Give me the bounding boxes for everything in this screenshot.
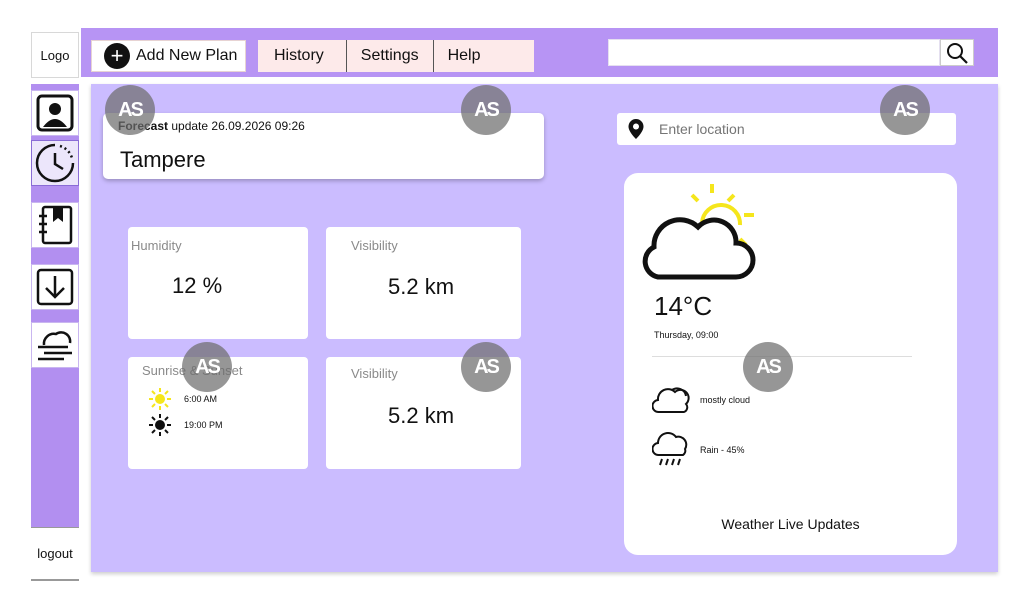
nav-menu: History Settings Help bbox=[258, 40, 534, 72]
logout-label: logout bbox=[37, 546, 73, 561]
nav-history[interactable]: History bbox=[258, 40, 346, 72]
search-icon bbox=[947, 42, 968, 64]
watermark-logo: AS bbox=[105, 85, 155, 135]
notebook-bookmark-icon bbox=[39, 205, 73, 245]
sidebar-item-history[interactable] bbox=[31, 140, 79, 186]
watermark-logo: AS bbox=[182, 342, 232, 392]
sidebar-item-plans[interactable] bbox=[31, 202, 79, 248]
sunrise-icon bbox=[149, 388, 171, 410]
sidebar-item-profile[interactable] bbox=[31, 90, 79, 136]
visibility-value: 5.2 km bbox=[388, 274, 455, 299]
cloud-icon bbox=[652, 387, 690, 413]
sunrise-time: 6:00 AM bbox=[184, 394, 218, 404]
sidebar-item-download[interactable] bbox=[31, 264, 79, 310]
sunset-time: 19:00 PM bbox=[184, 420, 223, 430]
city-name: Tampere bbox=[120, 147, 206, 172]
logo-text: Logo bbox=[40, 47, 70, 63]
humidity-card: Humidity 12 % bbox=[128, 227, 308, 339]
day-time: Thursday, 09:00 bbox=[654, 330, 719, 340]
watermark-logo: AS bbox=[461, 342, 511, 392]
humidity-value: 12 % bbox=[172, 273, 223, 298]
nav-help[interactable]: Help bbox=[432, 40, 495, 72]
watermark-logo: AS bbox=[461, 85, 511, 135]
nav-settings[interactable]: Settings bbox=[345, 40, 433, 72]
rain-text: Rain - 45% bbox=[700, 445, 745, 455]
sunset-icon bbox=[149, 414, 171, 436]
logout-button[interactable]: logout bbox=[31, 527, 79, 581]
rain-row: Rain - 45% bbox=[652, 431, 745, 469]
visibility-value-2: 5.2 km bbox=[388, 403, 455, 428]
live-updates-label: Weather Live Updates bbox=[721, 516, 860, 532]
logo[interactable]: Logo bbox=[31, 32, 79, 78]
location-pin-icon bbox=[628, 119, 644, 139]
condition-row: mostly cloud bbox=[652, 384, 750, 416]
sunset-row: 19:00 PM bbox=[148, 413, 223, 437]
visibility-label-2: Visibility bbox=[351, 366, 398, 381]
partly-cloudy-icon bbox=[642, 184, 756, 280]
location-input[interactable] bbox=[657, 120, 917, 138]
download-icon bbox=[36, 268, 74, 306]
add-plan-label: Add New Plan bbox=[136, 47, 238, 64]
clock-icon bbox=[35, 143, 75, 183]
search-button[interactable] bbox=[940, 39, 974, 66]
humidity-label: Humidity bbox=[131, 238, 182, 253]
watermark-logo: AS bbox=[743, 342, 793, 392]
forecast-timestamp: update 26.09.2026 09:26 bbox=[168, 119, 305, 133]
watermark-logo: AS bbox=[880, 85, 930, 135]
sidebar-item-weather[interactable] bbox=[31, 322, 79, 368]
visibility-label: Visibility bbox=[351, 238, 398, 253]
condition-text: mostly cloud bbox=[700, 395, 751, 405]
profile-icon bbox=[36, 94, 74, 132]
plus-icon: + bbox=[104, 43, 130, 69]
visibility-card: Visibility 5.2 km bbox=[326, 227, 521, 339]
temperature: 14°C bbox=[654, 291, 713, 321]
rain-cloud-icon bbox=[652, 432, 688, 466]
add-new-plan-button[interactable]: + Add New Plan bbox=[91, 40, 246, 72]
search-input[interactable] bbox=[608, 39, 940, 66]
wind-weather-icon bbox=[38, 331, 72, 361]
